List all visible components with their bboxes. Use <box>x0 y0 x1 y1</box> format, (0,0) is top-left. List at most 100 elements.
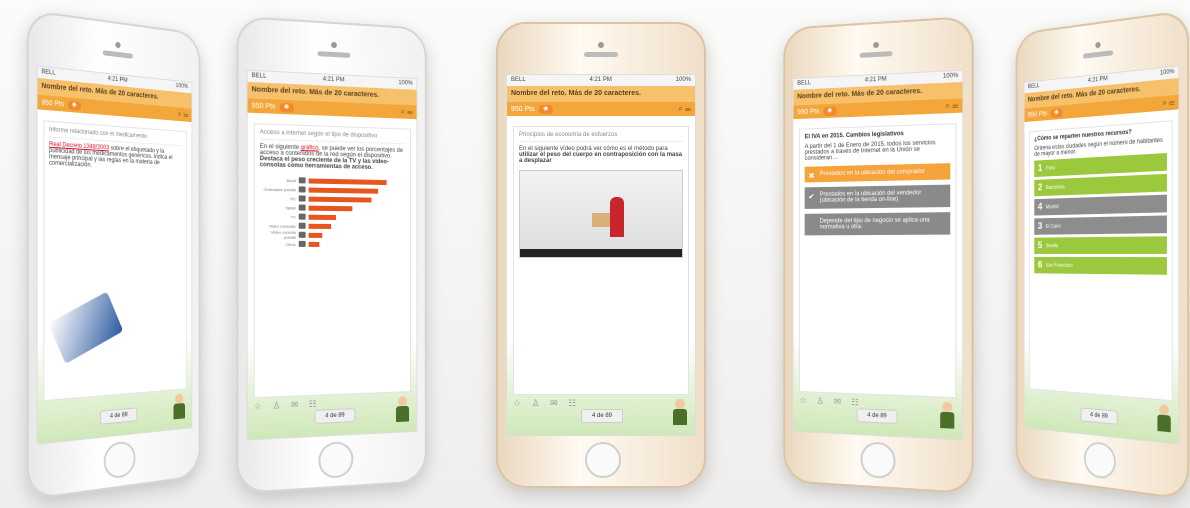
speaker <box>317 51 351 58</box>
pager[interactable]: 4 de 89 <box>581 409 623 423</box>
rank-number: 1 <box>1037 163 1043 174</box>
bar-row: PC <box>260 195 406 203</box>
bar-label: TV <box>290 214 296 220</box>
speaker <box>102 50 133 59</box>
phone-4: BELL 4:21 PM 100% Nombre del reto. Más de … <box>783 15 974 495</box>
content: Informe relacionado con el medicamento R… <box>37 109 192 444</box>
content: El IVA en 2015. Cambios legislativos A p… <box>793 112 963 440</box>
home-button[interactable] <box>860 441 896 480</box>
rank-number: 4 <box>1037 201 1043 213</box>
bar <box>308 196 372 203</box>
action-icons[interactable]: ☆ ♙ ✉ ☷ <box>254 399 321 413</box>
phone-screen: BELL 4:21 PM 100% Nombre del reto. Más de … <box>1023 65 1180 445</box>
bar-label: Tablet <box>285 204 296 211</box>
action-icons[interactable]: ☆ ♙ ✉ ☷ <box>799 395 863 408</box>
device-icon <box>298 204 306 211</box>
home-button[interactable] <box>103 440 136 480</box>
card: Principios de economía de esfuerzos En e… <box>513 126 689 395</box>
speaker <box>1083 50 1114 59</box>
eye-icon[interactable]: ◉ <box>823 106 837 116</box>
eye-icon[interactable]: ◉ <box>538 104 553 114</box>
card-title: Principios de economía de esfuerzos <box>519 132 683 142</box>
device-icon <box>298 195 306 202</box>
bar-row: TV <box>260 213 406 221</box>
bar-label: Otros <box>286 241 296 247</box>
search-icon[interactable]: ⌕ ☰ <box>178 109 188 120</box>
bar-label: PC <box>290 195 296 201</box>
home-button[interactable] <box>1083 440 1116 481</box>
rank-item[interactable]: 6 San Francisco <box>1034 256 1167 275</box>
rank-number: 6 <box>1037 259 1043 271</box>
pager[interactable]: 4 de 89 <box>856 408 898 424</box>
mascot-icon <box>173 393 185 421</box>
device-icon <box>298 231 306 238</box>
rank-label: Sevilla <box>1045 242 1059 249</box>
rank-label: Barcelona <box>1045 183 1065 191</box>
camera <box>1095 41 1101 49</box>
bar-label: Video consolas <box>268 222 296 229</box>
action-icons[interactable]: ☆ ♙ ✉ ☷ <box>513 398 580 409</box>
rank-item[interactable]: 4 Madrid <box>1034 194 1167 216</box>
card-body: En el siguiente gráfico, se puede ver lo… <box>259 143 403 171</box>
bar-row: Otros <box>260 240 406 247</box>
video-controls[interactable] <box>520 249 682 257</box>
cross-icon: ✖ <box>808 171 815 181</box>
content: ¿Cómo se reparten nuestros recursos? Ord… <box>1024 109 1179 444</box>
pager[interactable]: 4 de 89 <box>314 408 356 424</box>
eye-icon[interactable]: ◉ <box>67 100 81 111</box>
answer-option-3[interactable]: Depende del tipo de negocio se aplica un… <box>804 212 951 236</box>
nav-title[interactable]: Nombre del reto. Más de 20 caracteres. <box>507 86 695 102</box>
ranking-list: 1 Paris 2 Barcelona 4 Madrid 3 El Cairo 5 Sevilla… <box>1034 153 1167 275</box>
box-image <box>592 213 610 227</box>
mascot-icon <box>1157 404 1171 434</box>
device-icon <box>298 222 306 229</box>
status-bar: BELL 4:21 PM 100% <box>507 75 695 86</box>
bar-label: Ordenador portátil <box>263 186 296 192</box>
eye-icon[interactable]: ◉ <box>279 102 294 112</box>
bar <box>308 223 331 229</box>
home-button[interactable] <box>318 441 354 479</box>
bar <box>308 214 336 220</box>
phone-3: BELL 4:21 PM 100% Nombre del reto. Más de … <box>496 22 706 488</box>
card-body: A partir del 1 de Enero de 2015, todos l… <box>804 140 936 162</box>
pager[interactable]: 4 de 89 <box>1080 407 1118 425</box>
phone-5: BELL 4:21 PM 100% Nombre del reto. Más de … <box>1015 9 1190 501</box>
answer-option-1[interactable]: ✖ Prestados en la ubicación del comprador <box>804 163 951 183</box>
search-icon[interactable]: ⌕ ☰ <box>401 107 413 117</box>
rank-item[interactable]: 2 Barcelona <box>1034 173 1167 197</box>
content: Principios de economía de esfuerzos En e… <box>507 116 695 435</box>
person-image <box>610 197 624 237</box>
mascot-icon <box>673 399 687 427</box>
phone-screen: BELL 4:21 PM 100% Nombre del reto. Más de … <box>246 69 418 441</box>
phone-screen: BELL 4:21 PM 100% Nombre del reto. Más de … <box>36 65 193 445</box>
camera <box>873 41 879 49</box>
card: ¿Cómo se reparten nuestros recursos? Ord… <box>1029 120 1173 402</box>
rank-item[interactable]: 3 El Cairo <box>1034 215 1167 235</box>
speaker <box>859 51 893 58</box>
pager[interactable]: 4 de 89 <box>100 407 138 425</box>
search-icon[interactable]: ⌕ ☰ <box>1162 97 1174 108</box>
points-bar: 950 Pts ◉ ⌕ ☰ <box>507 102 695 116</box>
rank-label: El Cairo <box>1045 223 1061 230</box>
bar <box>308 232 323 238</box>
answer-option-2[interactable]: ✔ Prestados en la ubicación del vendedor … <box>804 184 951 209</box>
product-showcase: BELL 4:21 PM 100% Nombre del reto. Más de … <box>0 0 1190 508</box>
bar <box>308 241 320 247</box>
phone-1: BELL 4:21 PM 100% Nombre del reto. Más de … <box>26 9 201 501</box>
card-title: El IVA en 2015. Cambios legislativos <box>804 131 904 141</box>
rank-item[interactable]: 5 Sevilla <box>1034 236 1167 255</box>
search-icon[interactable]: ⌕ ☰ <box>678 104 691 114</box>
card-body: Real Decreto 1348/2003 sobre el etiqueta… <box>49 141 173 169</box>
rank-label: Madrid <box>1045 203 1059 210</box>
video-player[interactable] <box>519 170 683 258</box>
home-button[interactable] <box>585 442 621 478</box>
bar-row: Video consola portátil <box>260 230 406 240</box>
camera <box>331 41 337 49</box>
camera <box>115 41 121 49</box>
eye-icon[interactable]: ◉ <box>1050 107 1063 118</box>
search-icon[interactable]: ⌕ ☰ <box>946 101 959 112</box>
rank-number: 2 <box>1037 182 1043 194</box>
phone-screen: BELL 4:21 PM 100% Nombre del reto. Más de … <box>506 74 696 436</box>
bar <box>308 205 353 211</box>
rank-number: 3 <box>1037 221 1043 232</box>
